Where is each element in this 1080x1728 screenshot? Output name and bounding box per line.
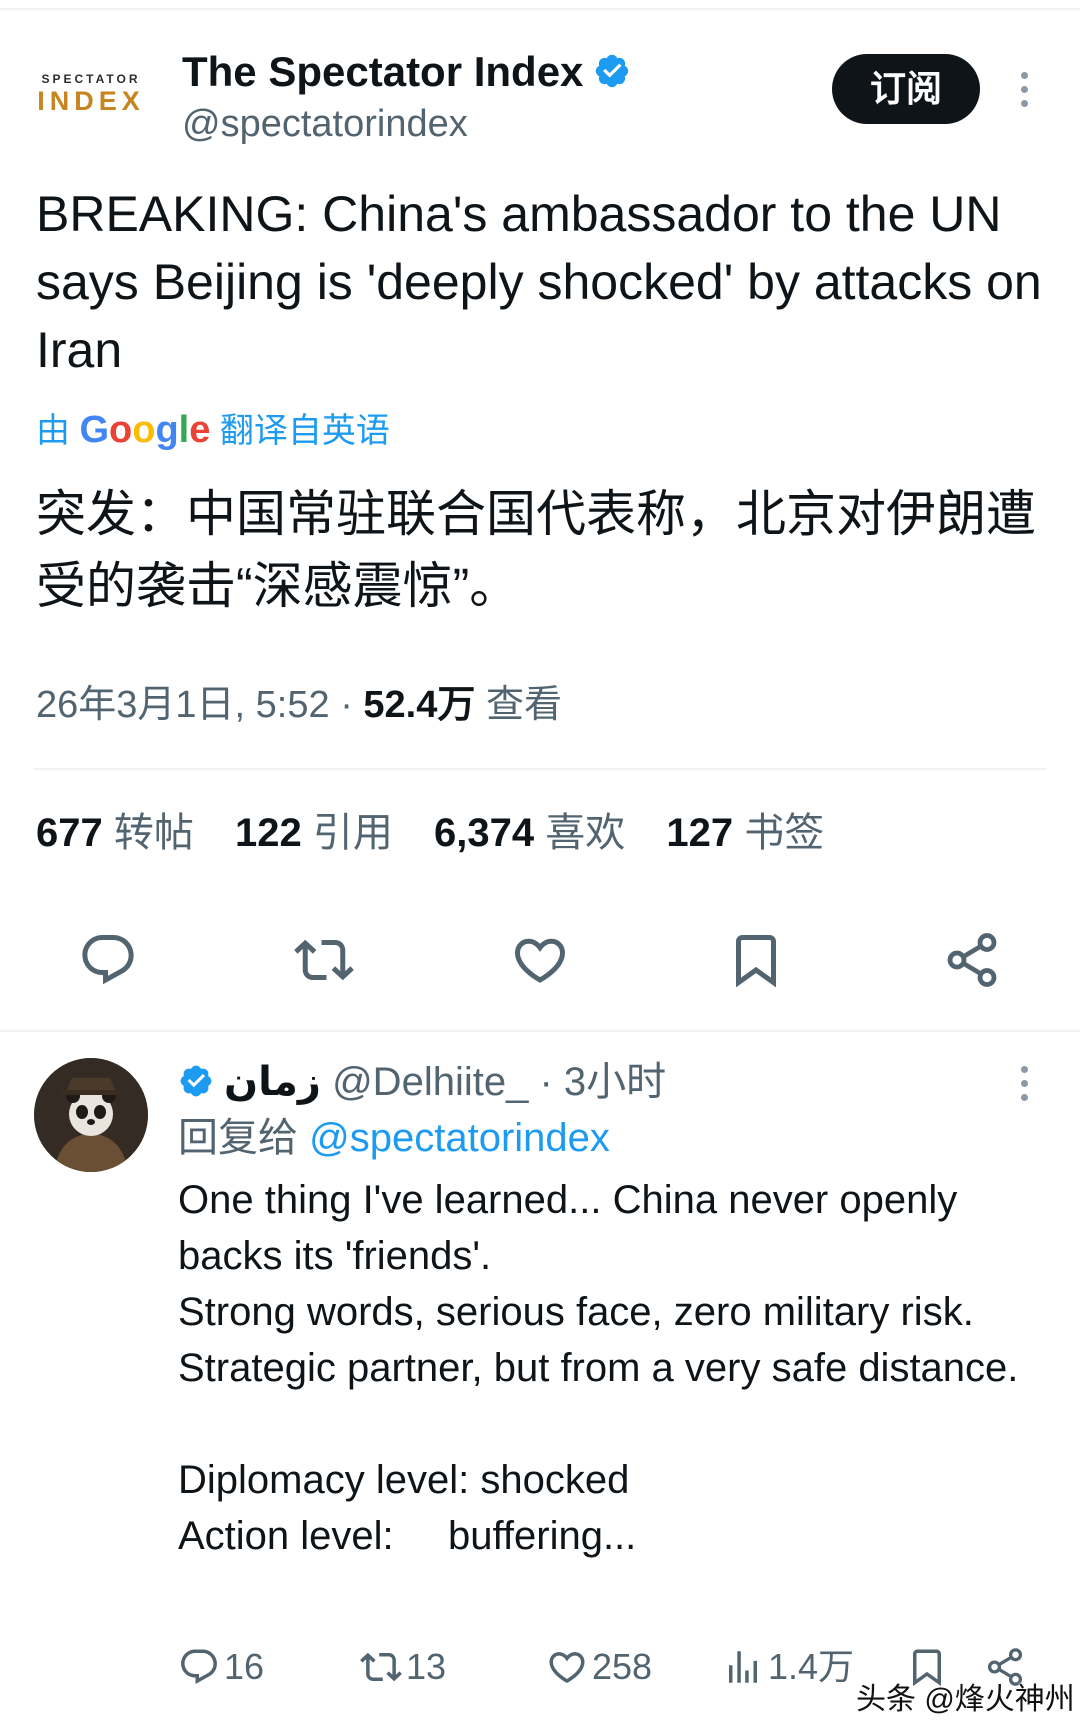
engagement-stats: 677 转帖 122 引用 6,374 喜欢 127 书签 (36, 806, 854, 860)
google-logo: Google (79, 409, 210, 451)
timestamp[interactable]: 26年3月1日, 5:52 (36, 684, 330, 726)
bookmarks-stat[interactable]: 127 书签 (666, 811, 824, 855)
reply-line-1: One thing I've learned... China never op… (178, 1178, 958, 1278)
action-level-label: Action level: (178, 1514, 394, 1558)
views-count: 52.4万 (363, 684, 476, 726)
likes-stat[interactable]: 6,374 喜欢 (434, 811, 625, 855)
top-divider (0, 8, 1080, 10)
reply-icon (82, 935, 134, 985)
reply-verified-badge-icon (180, 1065, 212, 1097)
bookmark-button[interactable] (726, 930, 786, 990)
reply-reposts-count: 13 (406, 1646, 447, 1687)
reply-views-count: 1.4万 (768, 1646, 855, 1687)
reply-action-line: Action level: buffering... (178, 1508, 1058, 1564)
google-letter-2: o (109, 409, 133, 451)
google-letter-3: o (132, 409, 156, 451)
reply-replies-button[interactable]: 16 (178, 1642, 264, 1692)
reply-header: زمان @Delhiite_ · 3小时 (178, 1054, 666, 1110)
repost-icon (360, 1652, 402, 1682)
tweet-meta: 26年3月1日, 5:52 · 52.4万 查看 (36, 680, 562, 730)
subscribe-button[interactable]: 订阅 (832, 54, 980, 124)
logo-bottom-text: INDEX (37, 86, 145, 116)
views-label: 查看 (485, 684, 562, 726)
quotes-label: 引用 (312, 811, 393, 855)
like-icon (514, 938, 566, 983)
author-name-row[interactable]: The Spectator Index (182, 46, 631, 98)
like-icon (549, 1652, 585, 1684)
tweet-text: BREAKING: China's ambassador to the UN s… (36, 186, 1042, 378)
reply-separator (0, 1030, 1080, 1032)
watermark: 头条 @烽火神州 (856, 1683, 1075, 1716)
reposts-count: 677 (36, 811, 103, 855)
google-letter-4: g (155, 409, 179, 451)
replying-to: 回复给 @spectatorindex (178, 1110, 610, 1166)
reply-diplomacy-line: Diplomacy level: shocked (178, 1458, 630, 1502)
like-button[interactable] (510, 930, 570, 990)
author-avatar-logo[interactable]: SPECTATOR INDEX (36, 72, 146, 132)
replying-to-label: 回复给 (178, 1116, 298, 1160)
translated-text: 突发：中国常驻联合国代表称，北京对伊朗遭受的袭击“深感震惊”。 (36, 486, 1036, 614)
google-letter-5: l (178, 409, 190, 451)
reply-replies-count: 16 (224, 1646, 265, 1687)
reply-views-button[interactable]: 1.4万 (722, 1642, 854, 1692)
translate-prefix: 由 (36, 412, 70, 450)
bookmarks-count: 127 (666, 811, 734, 855)
likes-label: 喜欢 (545, 811, 626, 855)
reply-likes-button[interactable]: 258 (546, 1642, 652, 1692)
stats-divider (33, 768, 1047, 770)
likes-count: 6,374 (434, 811, 535, 855)
reply-author-name[interactable]: زمان (224, 1060, 321, 1104)
reposts-label: 转帖 (113, 811, 194, 855)
author-handle[interactable]: @spectatorindex (182, 100, 468, 148)
reply-more-options-icon[interactable] (1018, 1066, 1030, 1108)
repost-icon (294, 939, 354, 981)
action-level-value: buffering... (448, 1514, 637, 1558)
meta-separator: · (340, 684, 353, 726)
google-letter-1: G (79, 409, 110, 451)
bookmarks-label: 书签 (744, 811, 825, 855)
quotes-count: 122 (235, 811, 302, 855)
logo-top-text: SPECTATOR (41, 72, 141, 86)
repost-button[interactable] (294, 930, 354, 990)
reply-button[interactable] (78, 930, 138, 990)
google-letter-6: e (189, 409, 211, 451)
translation-attribution[interactable]: 由 Google 翻译自英语 (36, 404, 390, 457)
reply-likes-count: 258 (592, 1646, 653, 1687)
translate-suffix: 翻译自英语 (219, 412, 390, 450)
views-icon (729, 1651, 757, 1683)
reply-text: One thing I've learned... China never op… (178, 1172, 1058, 1564)
reposts-stat[interactable]: 677 转帖 (36, 811, 194, 855)
reply-avatar[interactable] (34, 1058, 148, 1172)
reply-time[interactable]: · 3小时 (539, 1060, 666, 1104)
replying-to-handle[interactable]: @spectatorindex (309, 1116, 610, 1160)
reply-icon (181, 1649, 217, 1684)
author-name[interactable]: The Spectator Index (182, 48, 583, 95)
more-options-icon[interactable] (1018, 72, 1030, 114)
reply-reposts-button[interactable]: 13 (360, 1642, 446, 1692)
reply-author-handle[interactable]: @Delhiite_ (332, 1060, 528, 1104)
panda-avatar-icon (34, 1058, 148, 1172)
reply-line-3: Strategic partner, but from a very safe … (178, 1346, 1019, 1390)
share-button[interactable] (942, 930, 1002, 990)
quotes-stat[interactable]: 122 引用 (235, 811, 393, 855)
share-icon (947, 933, 997, 987)
bookmark-icon (736, 935, 776, 988)
verified-badge-icon (596, 54, 629, 88)
reply-line-2: Strong words, serious face, zero militar… (178, 1290, 974, 1334)
